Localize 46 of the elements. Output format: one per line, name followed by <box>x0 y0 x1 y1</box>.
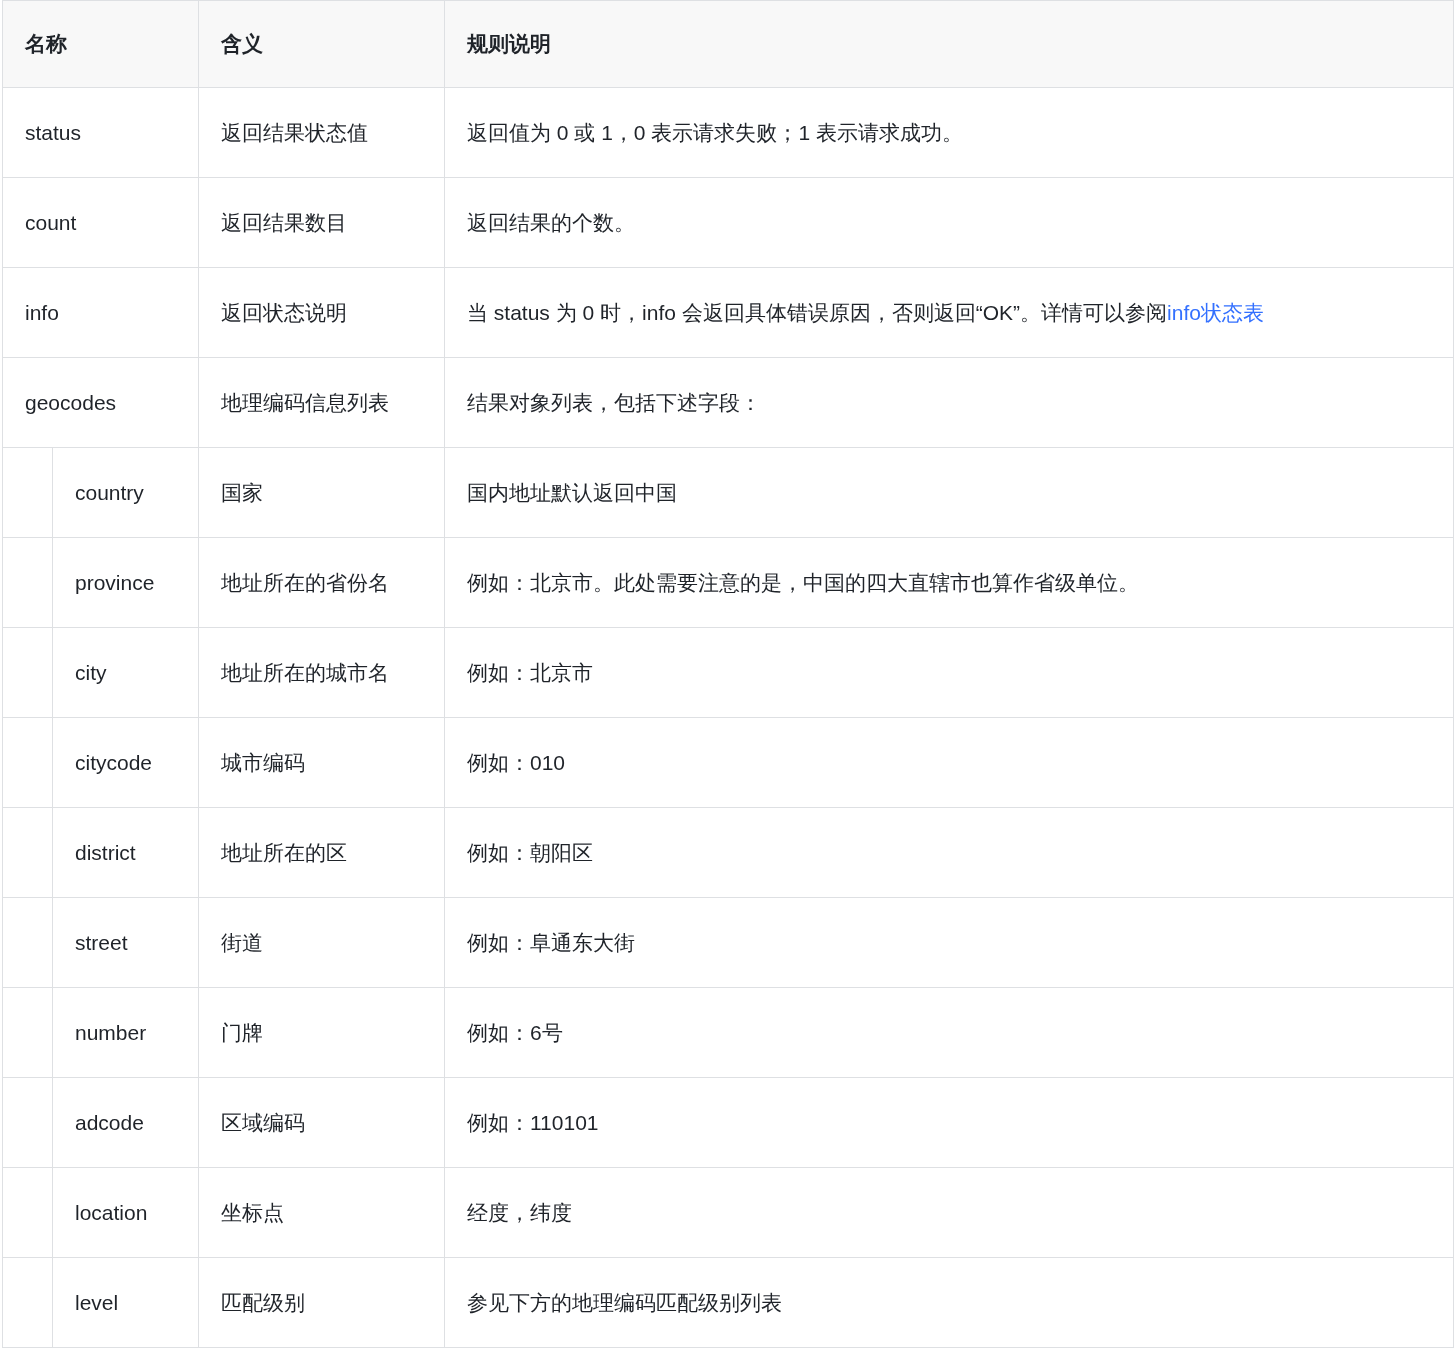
table-cell: 地址所在的区 <box>198 807 445 898</box>
table-cell: 地理编码信息列表 <box>198 357 445 448</box>
table-cell: 国内地址默认返回中国 <box>444 447 1454 538</box>
table-cell: citycode <box>52 717 199 808</box>
table-cell: street <box>52 897 199 988</box>
table-cell: 地址所在的城市名 <box>198 627 445 718</box>
table-cell: 例如：阜通东大街 <box>444 897 1454 988</box>
table-cell: 例如：010 <box>444 717 1454 808</box>
table-cell: 返回结果的个数。 <box>444 177 1454 268</box>
table-cell: district <box>52 807 199 898</box>
table-cell: 城市编码 <box>198 717 445 808</box>
table-cell: count <box>2 177 199 268</box>
info-status-link[interactable]: info状态表 <box>1167 300 1264 324</box>
table-cell: status <box>2 87 199 178</box>
table-cell: 结果对象列表，包括下述字段： <box>444 357 1454 448</box>
table-cell: 经度，纬度 <box>444 1167 1454 1258</box>
table-cell: level <box>52 1257 199 1348</box>
table-cell: city <box>52 627 199 718</box>
table-cell: 匹配级别 <box>198 1257 445 1348</box>
table-cell: 区域编码 <box>198 1077 445 1168</box>
table-cell: province <box>52 537 199 628</box>
table-cell: 返回状态说明 <box>198 267 445 358</box>
table-cell: 例如：110101 <box>444 1077 1454 1168</box>
table-cell: location <box>52 1167 199 1258</box>
table-cell: 例如：北京市 <box>444 627 1454 718</box>
table-cell: 参见下方的地理编码匹配级别列表 <box>444 1257 1454 1348</box>
table-cell: country <box>52 447 199 538</box>
table-cell: 地址所在的省份名 <box>198 537 445 628</box>
table-cell: geocodes <box>2 357 199 448</box>
table-cell: 例如：北京市。此处需要注意的是，中国的四大直辖市也算作省级单位。 <box>444 537 1454 628</box>
column-header: 规则说明 <box>444 0 1454 88</box>
table-cell: 当 status 为 0 时，info 会返回具体错误原因，否则返回“OK”。详情可以参阅info状态表 <box>444 267 1454 358</box>
column-header: 名称 <box>2 0 199 88</box>
table-cell: 返回结果数目 <box>198 177 445 268</box>
table-cell: 坐标点 <box>198 1167 445 1258</box>
column-header: 含义 <box>198 0 445 88</box>
table-cell: 返回值为 0 或 1，0 表示请求失败；1 表示请求成功。 <box>444 87 1454 178</box>
table-cell: 街道 <box>198 897 445 988</box>
table-cell: number <box>52 987 199 1078</box>
table-cell: adcode <box>52 1077 199 1168</box>
table-cell: 门牌 <box>198 987 445 1078</box>
table-cell: info <box>2 267 199 358</box>
table-cell: 例如：6号 <box>444 987 1454 1078</box>
table-cell: 例如：朝阳区 <box>444 807 1454 898</box>
table-cell: 国家 <box>198 447 445 538</box>
table-cell: 返回结果状态值 <box>198 87 445 178</box>
